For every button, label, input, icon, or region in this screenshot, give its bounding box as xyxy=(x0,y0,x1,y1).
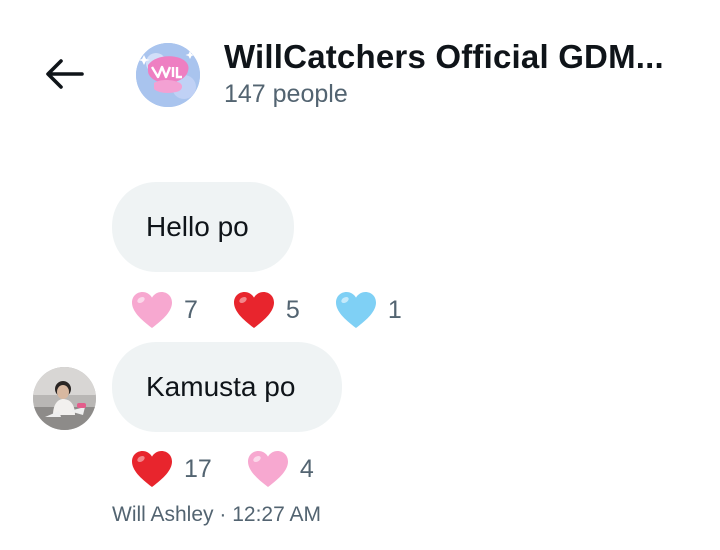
conversation-header: WillCatchers Official GDM... 147 people xyxy=(0,0,720,140)
reaction-count: 4 xyxy=(299,454,314,483)
reaction-count: 17 xyxy=(184,454,212,483)
red-heart-icon xyxy=(132,451,172,487)
group-logo-icon xyxy=(136,43,200,107)
pink-heart-icon xyxy=(132,292,172,328)
reaction-count: 1 xyxy=(387,295,402,324)
arrow-left-icon xyxy=(46,59,84,89)
reaction-count: 7 xyxy=(184,295,198,324)
reaction-light-blue-heart[interactable]: 1 xyxy=(334,290,402,330)
message-bubble[interactable]: Kamusta po xyxy=(112,342,342,432)
message-meta: Will Ashley · 12:27 AM xyxy=(112,503,321,527)
reaction-red-heart[interactable]: 17 xyxy=(130,449,212,489)
message-text: Kamusta po xyxy=(146,371,296,402)
sender-name[interactable]: Will Ashley xyxy=(112,503,214,526)
reaction-red-heart[interactable]: 5 xyxy=(232,290,300,330)
group-title[interactable]: WillCatchers Official GDM... xyxy=(224,38,694,76)
meta-separator: · xyxy=(219,503,227,526)
group-avatar[interactable] xyxy=(136,43,200,107)
message-text: Hello po xyxy=(146,211,249,242)
sender-avatar[interactable] xyxy=(33,367,96,430)
pink-heart-icon xyxy=(247,451,288,487)
back-button[interactable] xyxy=(40,52,88,96)
red-heart-icon xyxy=(233,292,274,328)
message-timestamp: 12:27 AM xyxy=(232,503,321,526)
reaction-row: 17 4 xyxy=(130,449,348,489)
member-count[interactable]: 147 people xyxy=(224,80,348,109)
reaction-row: 7 5 1 xyxy=(130,290,436,330)
user-avatar-photo xyxy=(33,367,96,430)
reaction-count: 5 xyxy=(285,295,300,324)
reaction-pink-heart[interactable]: 7 xyxy=(130,290,198,330)
message-bubble[interactable]: Hello po xyxy=(112,182,294,272)
light-blue-heart-icon xyxy=(335,292,376,328)
reaction-pink-heart[interactable]: 4 xyxy=(246,449,314,489)
